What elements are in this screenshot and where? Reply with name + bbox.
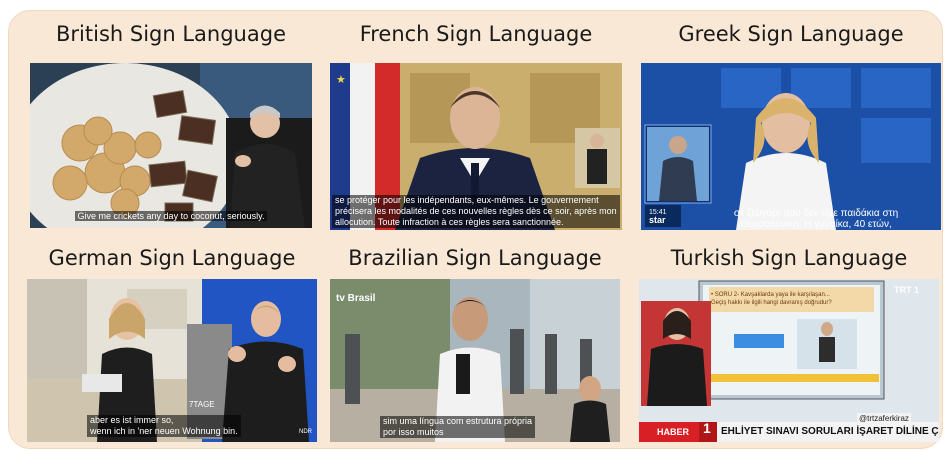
turkish-channel-logo: TRT 1	[894, 285, 920, 295]
subtitle-british: Give me crickets any day to coconut, ser…	[30, 211, 312, 222]
panel-title-german: German Sign Language	[48, 246, 296, 270]
brazilian-logo: tv Brasil	[336, 293, 376, 304]
turkish-twitter-handle: @trtzaferkiraz	[857, 413, 911, 424]
video-frame-brazilian: tv Brasil sim uma língua com estrutura p…	[330, 279, 620, 442]
subtitle-brazilian: sim uma língua com estrutura própria por…	[380, 416, 536, 438]
subtitle-german: aber es ist immer so, wenn ich in 'ner n…	[87, 415, 241, 437]
panel-title-greek: Greek Sign Language	[678, 22, 904, 46]
greek-logo-star: star	[649, 215, 666, 225]
panel-title-british: British Sign Language	[56, 22, 286, 46]
turkish-ticker-number: 1	[703, 420, 711, 436]
panel-title-french: French Sign Language	[359, 22, 593, 46]
video-frame-british: Give me crickets any day to coconut, ser…	[30, 63, 312, 228]
video-frame-greek: 15:41 star σε ζευγάρι που δεν είχε παιδά…	[641, 63, 941, 230]
video-frame-french: ★ se protéger pour les indépendants, eux…	[330, 63, 622, 230]
video-frame-turkish: TRT 1 • SORU 2- Kavşaklarda yaya ile kar…	[639, 279, 939, 442]
svg-text:★: ★	[336, 73, 346, 86]
turkish-board-text: • SORU 2- Kavşaklarda yaya ile karşılaşa…	[711, 292, 832, 306]
subtitle-french: se protéger pour les indépendants, eux-m…	[332, 195, 620, 228]
video-frame-german: 7TAGE NDR aber es ist immer so, wenn ich…	[27, 279, 317, 442]
british-scene-image	[30, 63, 312, 228]
turkish-ticker-label: HABER	[657, 427, 690, 437]
turkish-ticker-text: EHLİYET SINAVI SORULARI İŞARET DİLİNE ÇE…	[721, 426, 939, 437]
greek-scene-image	[641, 63, 941, 230]
panel-title-turkish: Turkish Sign Language	[670, 246, 908, 270]
panel-title-brazilian: Brazilian Sign Language	[348, 246, 602, 270]
subtitle-greek: σε ζευγάρι που δεν είχε παιδάκια στη Θεσ…	[733, 208, 899, 230]
german-shirt-text: 7TAGE	[189, 400, 215, 409]
german-corner-text: NDR	[299, 429, 312, 435]
